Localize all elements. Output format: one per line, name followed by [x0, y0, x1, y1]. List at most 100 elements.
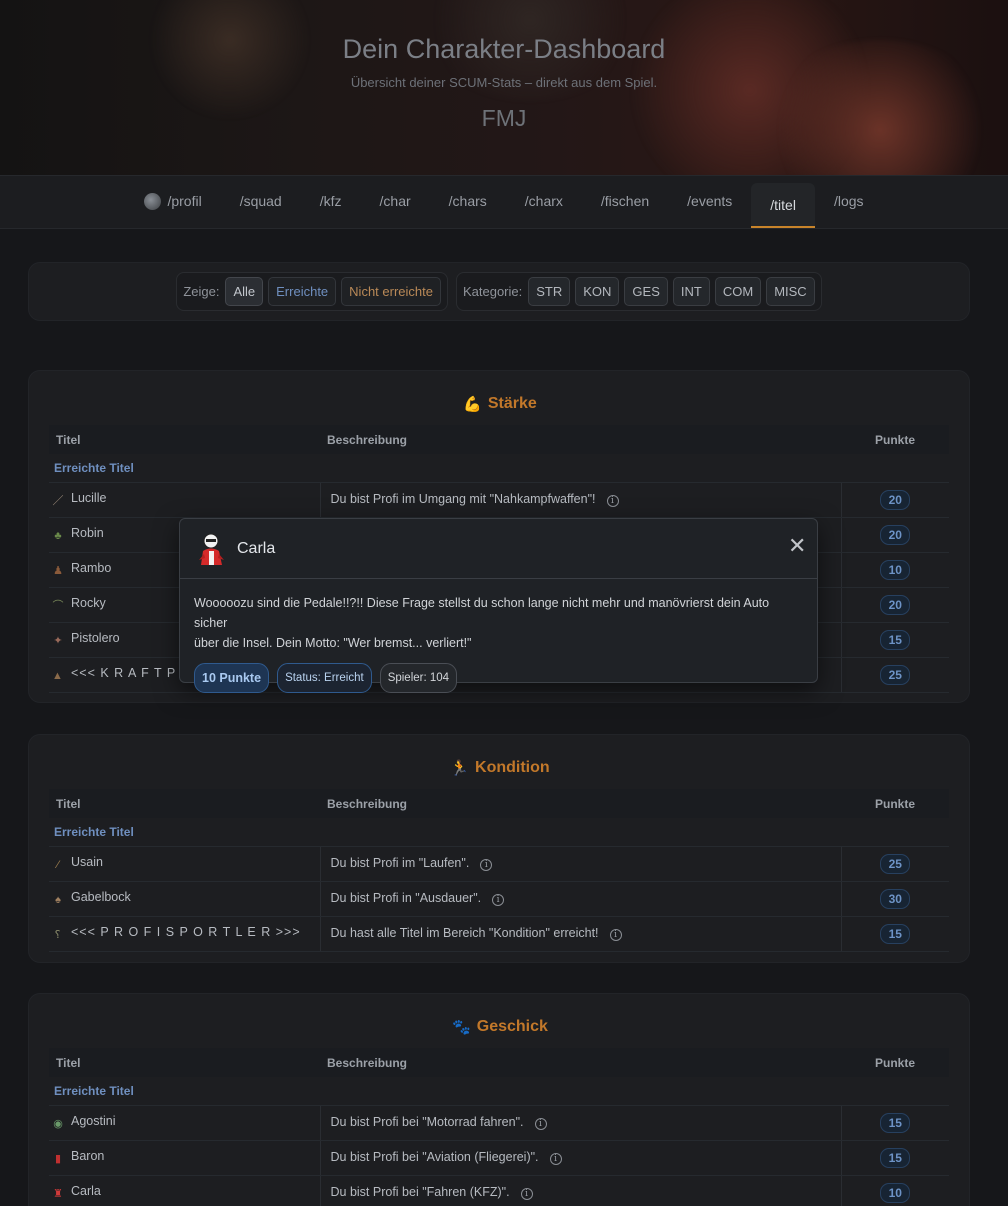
strongman-icon: ▲: [52, 670, 64, 682]
nav-char[interactable]: /char: [361, 176, 430, 228]
title-desc: Du bist Profi im Umgang mit "Nahkampfwaf…: [330, 492, 596, 506]
section-name: Geschick: [476, 1018, 548, 1035]
racer-avatar-icon: [196, 532, 227, 566]
col-header-points: Punkte: [841, 425, 949, 454]
title-desc: Du bist Profi in "Ausdauer".: [330, 891, 482, 905]
category-ges-button[interactable]: GES: [624, 277, 668, 306]
title-name: Rambo: [71, 561, 112, 575]
title-name: Gabelbock: [71, 890, 131, 904]
table-row[interactable]: ▮ Baron Du bist Profi bei "Aviation (Flie…: [49, 1140, 949, 1176]
title-desc: Du bist Profi bei "Aviation (Fliegerei)"…: [330, 1150, 539, 1164]
runner-icon: 🏃: [450, 760, 470, 777]
group-label: Erreichte Titel: [49, 818, 949, 847]
nav-logs[interactable]: /logs: [815, 176, 883, 228]
points-badge: 10 Punkte: [194, 663, 270, 693]
nav-label: /kfz: [319, 193, 342, 209]
info-icon[interactable]: i: [609, 929, 622, 941]
athlete-icon: ⸮: [54, 929, 62, 941]
points-badge: 30: [880, 888, 911, 909]
nav-label: /chars: [448, 193, 487, 209]
titles-table: Titel Beschreibung Punkte Erreichte Tite…: [49, 1048, 949, 1206]
status-badge: Status: Erreicht: [277, 663, 372, 693]
col-header-description: Beschreibung: [320, 1048, 841, 1077]
table-row[interactable]: ◉ Agostini Du bist Profi bei "Motorrad fa…: [49, 1105, 949, 1141]
table-row[interactable]: ♜ Carla Du bist Profi bei "Fahren (KFZ)".…: [49, 1175, 949, 1206]
nav-charx[interactable]: /charx: [506, 176, 582, 228]
category-str-button[interactable]: STR: [528, 277, 571, 306]
category-kon-button[interactable]: KON: [575, 277, 620, 306]
info-icon[interactable]: i: [492, 894, 505, 906]
category-filter-group: Kategorie: STR KON GES INT COM MISC: [455, 272, 822, 311]
nav-events[interactable]: /events: [668, 176, 751, 228]
main-nav: /profil /squad /kfz /char /chars /charx …: [0, 175, 1008, 229]
info-icon[interactable]: i: [549, 1153, 562, 1165]
hero-banner: Dein Charakter-Dashboard Übersicht deine…: [0, 0, 1008, 175]
filter-panel: Zeige: Alle Erreichte Nicht erreichte Ka…: [28, 262, 970, 321]
nav-label: /squad: [239, 193, 282, 209]
section-name: Kondition: [475, 759, 550, 776]
antelope-icon: ♠: [55, 894, 61, 906]
soldier-icon: ♟: [53, 565, 63, 577]
title-name: Baron: [71, 1149, 105, 1163]
table-row[interactable]: ⁄ Usain Du bist Profi im "Laufen". i 25: [49, 846, 949, 882]
nav-profil[interactable]: /profil: [125, 176, 220, 228]
racer-icon: ♜: [53, 1188, 63, 1200]
table-row[interactable]: ♠ Gabelbock Du bist Profi in "Ausdauer". i…: [49, 881, 949, 917]
info-icon[interactable]: i: [534, 1118, 547, 1130]
show-filter-label: Zeige:: [183, 284, 220, 299]
title-name: Lucille: [71, 491, 107, 505]
points-badge: 20: [880, 594, 911, 615]
nav-label: /events: [687, 193, 733, 209]
table-row[interactable]: ／ Lucille Du bist Profi im Umgang mit "Na…: [49, 482, 949, 518]
title-name: <<< P R O F I S P O R T L E R >>>: [71, 925, 301, 939]
title-desc: Du bist Profi bei "Motorrad fahren".: [330, 1115, 524, 1129]
title-name: Rocky: [71, 596, 106, 610]
info-icon[interactable]: i: [520, 1188, 533, 1200]
points-badge: 25: [880, 664, 911, 685]
title-desc: Du bist Profi im "Laufen".: [330, 856, 470, 870]
nav-label: /logs: [833, 193, 864, 209]
title-name: Agostini: [71, 1114, 116, 1128]
title-desc: Du bist Profi bei "Fahren (KFZ)".: [330, 1185, 510, 1199]
points-badge: 20: [880, 524, 911, 545]
modal-body: Wooooozu sind die Pedale!!?!! Diese Frag…: [180, 579, 817, 693]
pistol-icon: ✦: [53, 635, 63, 647]
category-misc-button[interactable]: MISC: [766, 277, 815, 306]
modal-title: Carla: [237, 539, 276, 557]
title-desc: Du hast alle Titel im Bereich "Kondition…: [330, 926, 599, 940]
section-title: 🐾 Geschick: [29, 1018, 971, 1036]
players-badge: Spieler: 104: [379, 663, 458, 693]
filter-achieved-button[interactable]: Erreichte: [268, 277, 337, 306]
nav-squad[interactable]: /squad: [221, 176, 301, 228]
nav-label: /charx: [524, 193, 563, 209]
category-com-button[interactable]: COM: [714, 277, 762, 306]
nav-chars[interactable]: /chars: [430, 176, 506, 228]
info-icon[interactable]: i: [606, 495, 619, 507]
info-icon[interactable]: i: [480, 859, 493, 871]
titles-table: Titel Beschreibung Punkte Erreichte Tite…: [49, 789, 949, 952]
points-badge: 15: [880, 923, 911, 944]
filter-not-achieved-button[interactable]: Nicht erreichte: [341, 277, 441, 306]
nav-label: /profil: [167, 193, 202, 209]
category-int-button[interactable]: INT: [672, 277, 710, 306]
nav-label: /fischen: [600, 193, 650, 209]
paw-skill-icon: 🐾: [452, 1019, 471, 1036]
col-header-title: Titel: [49, 789, 320, 818]
close-icon[interactable]: ✕: [788, 535, 806, 557]
nav-kfz[interactable]: /kfz: [301, 176, 361, 228]
nav-fischen[interactable]: /fischen: [582, 176, 668, 228]
col-header-description: Beschreibung: [320, 789, 841, 818]
section-name: Stärke: [487, 395, 537, 412]
pilot-icon: ▮: [54, 1153, 62, 1165]
title-name: Carla: [71, 1184, 101, 1198]
page-title: Dein Charakter-Dashboard: [342, 34, 666, 64]
nav-titel[interactable]: /titel: [751, 183, 815, 228]
filter-all-button[interactable]: Alle: [225, 277, 264, 306]
modal-badges: 10 Punkte Status: Erreicht Spieler: 104: [194, 663, 803, 693]
table-row[interactable]: ⸮ <<< P R O F I S P O R T L E R >>> Du ha…: [49, 916, 949, 952]
avatar-icon: [144, 192, 162, 210]
group-label: Erreichte Titel: [49, 1077, 949, 1106]
title-name: Pistolero: [71, 631, 120, 645]
modal-text-line: Wooooozu sind die Pedale!!?!! Diese Frag…: [194, 596, 770, 630]
group-label: Erreichte Titel: [49, 454, 949, 483]
